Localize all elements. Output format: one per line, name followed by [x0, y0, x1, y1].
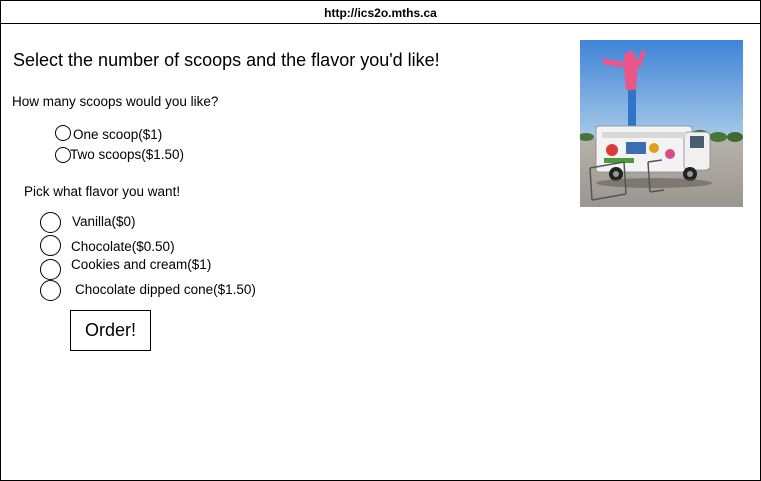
url-text: http://ics2o.mths.ca	[324, 6, 437, 20]
flavor-option-vanilla-label: Vanilla($0)	[72, 214, 136, 229]
flavor-question: Pick what flavor you want!	[24, 184, 181, 199]
order-button[interactable]: Order!	[70, 310, 151, 351]
scoops-radio-one[interactable]	[55, 125, 71, 141]
scoops-option-two-label: Two scoops($1.50)	[70, 147, 185, 162]
address-bar[interactable]: http://ics2o.mths.ca	[0, 0, 761, 24]
flavor-radio-chocolate[interactable]	[40, 235, 61, 256]
scoops-question: How many scoops would you like?	[12, 94, 219, 109]
page-title: Select the number of scoops and the flav…	[13, 50, 440, 70]
flavor-option-dipped-cone-label: Chocolate dipped cone($1.50)	[75, 282, 256, 297]
flavor-radio-vanilla[interactable]	[40, 212, 61, 233]
scoops-option-one-label: One scoop($1)	[73, 127, 163, 142]
flavor-radio-chocolate-dipped-cone[interactable]	[40, 280, 61, 301]
ice-cream-truck-photo	[580, 40, 743, 207]
flavor-radio-cookies-and-cream[interactable]	[40, 259, 61, 280]
flavor-option-cookies-label: Cookies and cream($1)	[71, 257, 212, 272]
scoops-radio-two[interactable]	[55, 147, 71, 163]
flavor-option-chocolate-label: Chocolate($0.50)	[71, 239, 175, 254]
